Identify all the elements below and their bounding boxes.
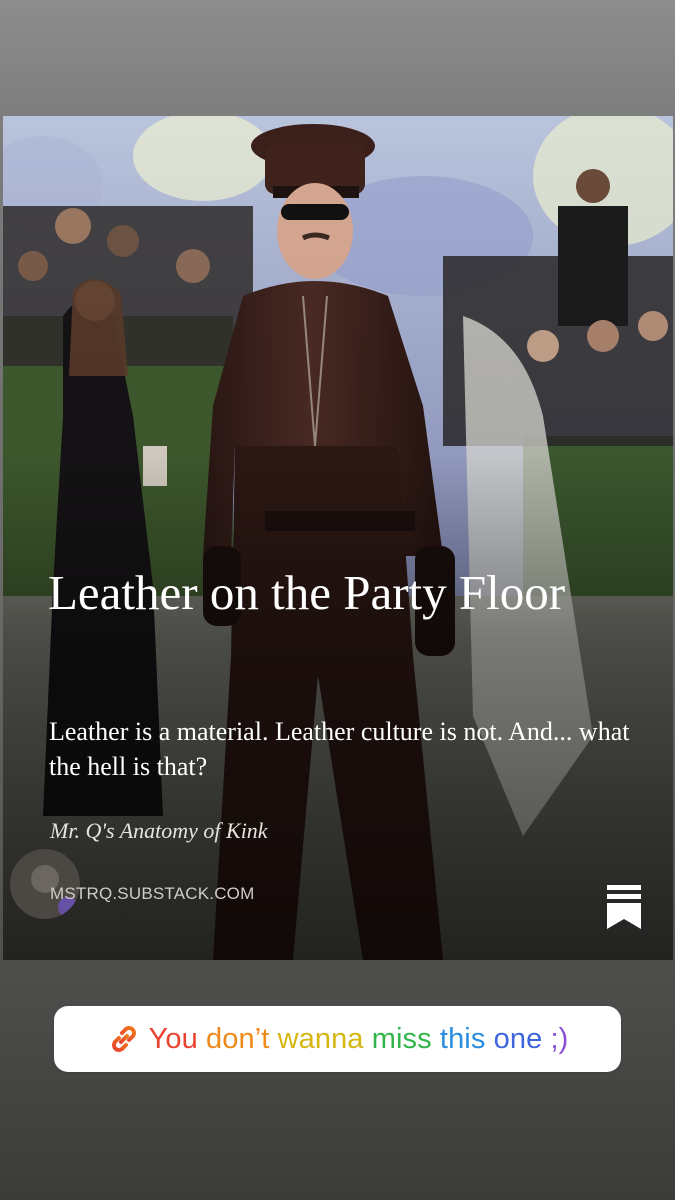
link-icon	[111, 1026, 136, 1052]
substack-bookmark-icon	[607, 885, 641, 929]
article-title: Leather on the Party Floor	[48, 565, 566, 620]
sticker-word: ;)	[550, 1022, 569, 1055]
link-preview-card[interactable]: Leather on the Party Floor Leather is a …	[3, 116, 673, 960]
source-domain: MSTRQ.SUBSTACK.COM	[50, 884, 255, 903]
sticker-word: one	[493, 1022, 543, 1055]
sticker-word: You	[148, 1022, 198, 1055]
sticker-label: You don’t wanna miss this one ;)	[149, 1023, 569, 1056]
article-subtitle: Leather is a material. Leather culture i…	[49, 717, 630, 781]
sticker-word: this	[439, 1022, 486, 1055]
link-sticker[interactable]: You don’t wanna miss this one ;)	[54, 1006, 621, 1072]
publication-name: Mr. Q's Anatomy of Kink	[50, 818, 268, 843]
sticker-word: wanna	[277, 1022, 364, 1055]
sticker-word: miss	[371, 1022, 432, 1055]
sticker-word: don’t	[206, 1022, 270, 1055]
